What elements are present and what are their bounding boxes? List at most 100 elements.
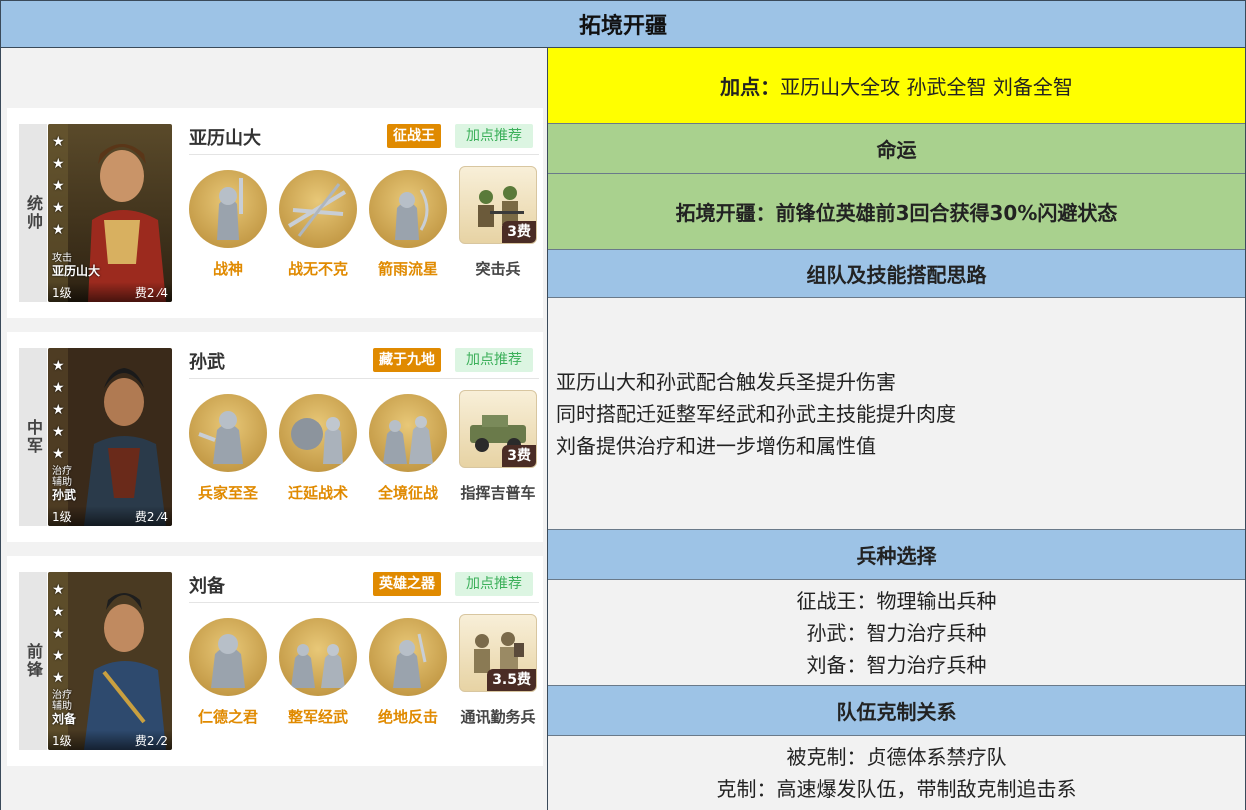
hero-portrait[interactable]: ★ ★ ★ ★ ★ 治疗 辅助 孙武 1级 费2 ⁄4 — [48, 348, 172, 526]
skill-label: 全境征战 — [377, 484, 438, 502]
skill-label: 绝地反击 — [377, 708, 438, 726]
portrait-tags: 治疗 辅助 刘备 — [52, 690, 76, 726]
skill-label: 箭雨流星 — [377, 260, 438, 278]
portrait-name: 亚历山大 — [52, 264, 101, 278]
hero-level: 1级 — [52, 733, 72, 748]
hero-name: 亚历山大 — [189, 128, 261, 149]
team-line: 亚历山大和孙武配合触发兵圣提升伤害 — [556, 369, 896, 394]
star-icon: ★ — [52, 604, 65, 620]
troops-line: 征战王：物理输出兵种 — [796, 588, 997, 613]
divider — [189, 378, 539, 379]
star-icon: ★ — [52, 582, 65, 598]
hero-level: 1级 — [52, 285, 72, 300]
points-row: 加点： 亚历山大全攻 孙武全智 刘备全智 — [548, 48, 1245, 124]
points-text: 亚历山大全攻 孙武全智 刘备全智 — [780, 75, 1073, 99]
role-label: 中军 — [24, 419, 43, 455]
portrait-name: 刘备 — [52, 712, 77, 726]
star-icon: ★ — [52, 424, 65, 440]
troops-header: 兵种选择 — [548, 530, 1245, 580]
divider — [189, 154, 539, 155]
counter-line: 克制：高速爆发队伍，带制敌克制追击系 — [716, 777, 1077, 801]
portrait-footer: 1级 费2 ⁄4 — [48, 506, 172, 526]
portrait-name: 孙武 — [52, 488, 77, 502]
skill-icon-jianyuliuxing[interactable] — [369, 170, 447, 248]
hero-card-sunwu[interactable]: 中军 ★ ★ ★ ★ ★ 治疗 辅助 孙武 1级 费2 ⁄4 孙武 藏于九地 加… — [7, 332, 543, 542]
skill-label: 战无不克 — [287, 260, 348, 278]
portrait-tag: 辅助 — [52, 477, 72, 488]
troop-icon-command-jeep[interactable]: 3费 — [459, 390, 537, 468]
portrait-tags: 攻击 亚历山大 — [52, 253, 100, 278]
hero-tag-badge: 征战王 — [387, 124, 441, 148]
role-tab: 统帅 — [19, 124, 47, 302]
skill-icon-bingjiazhisheng[interactable] — [189, 394, 267, 472]
hero-card-liubei[interactable]: 前锋 ★ ★ ★ ★ ★ 治疗 辅助 刘备 1级 费2 ⁄2 刘备 英雄之器 加… — [7, 556, 543, 766]
skill-label: 仁德之君 — [197, 708, 258, 726]
cost-value: 费2 — [134, 733, 155, 748]
star-icon: ★ — [52, 200, 65, 216]
hero-portrait[interactable]: ★ ★ ★ ★ ★ 治疗 辅助 刘备 1级 费2 ⁄2 — [48, 572, 172, 750]
troops-line: 孙武：智力治疗兵种 — [806, 620, 987, 645]
hero-cost: 费2 ⁄4 — [135, 508, 168, 525]
skill-icon-rendezhijun[interactable] — [189, 618, 267, 696]
star-icon: ★ — [52, 402, 65, 418]
hero-cost: 费2 ⁄2 — [135, 732, 168, 749]
recommend-button[interactable]: 加点推荐 — [455, 572, 533, 596]
hero-tag-badge: 藏于九地 — [373, 348, 441, 372]
counter-line: 被克制：贞德体系禁疗队 — [786, 745, 1007, 769]
strategy-panel: 加点： 亚历山大全攻 孙武全智 刘备全智 命运 拓境开疆：前锋位英雄前3回合获得… — [548, 48, 1246, 810]
star-icon: ★ — [52, 446, 65, 462]
star-rating: ★ ★ ★ ★ ★ — [52, 356, 65, 464]
skill-icon-zhengjunjingwu[interactable] — [279, 618, 357, 696]
role-label: 统帅 — [24, 195, 43, 231]
portrait-tag: 辅助 — [52, 701, 72, 712]
skill-label: 兵家至圣 — [197, 484, 258, 502]
fate-text: 拓境开疆：前锋位英雄前3回合获得30%闪避状态 — [548, 174, 1245, 250]
cost-value: 费2 — [134, 285, 155, 300]
star-icon: ★ — [52, 178, 65, 194]
hero-portrait[interactable]: ★ ★ ★ ★ ★ 攻击 亚历山大 1级 费2 ⁄4 — [48, 124, 172, 302]
star-rating: ★ ★ ★ ★ ★ — [52, 580, 65, 688]
skill-label: 整军经武 — [287, 708, 348, 726]
skill-icon-qianyanzhanshu[interactable] — [279, 394, 357, 472]
star-icon: ★ — [52, 134, 65, 150]
skill-icon-juedifanji[interactable] — [369, 618, 447, 696]
role-label: 前锋 — [24, 643, 43, 679]
team-header: 组队及技能搭配思路 — [548, 250, 1245, 298]
troops-notes: 征战王：物理输出兵种 孙武：智力治疗兵种 刘备：智力治疗兵种 — [548, 580, 1245, 686]
star-icon: ★ — [52, 156, 65, 172]
star-icon: ★ — [52, 670, 65, 686]
hero-card-alexander[interactable]: 统帅 ★ ★ ★ ★ ★ 攻击 亚历山大 1级 费2 ⁄4 亚历山大 征战王 加… — [7, 108, 543, 318]
fate-header: 命运 — [548, 124, 1245, 174]
power-value: 2 — [160, 733, 168, 748]
hero-lineup-panel: 统帅 ★ ★ ★ ★ ★ 攻击 亚历山大 1级 费2 ⁄4 亚历山大 征战王 加… — [0, 48, 548, 810]
power-value: 4 — [160, 509, 168, 524]
hero-level: 1级 — [52, 509, 72, 524]
skill-icon-quanjingzhengzhan[interactable] — [369, 394, 447, 472]
portrait-footer: 1级 费2 ⁄2 — [48, 730, 172, 750]
team-line: 刘备提供治疗和进一步增伤和属性值 — [556, 433, 876, 458]
skill-icon-zhanwubuke[interactable] — [279, 170, 357, 248]
skill-label: 迁延战术 — [287, 484, 348, 502]
role-tab: 中军 — [19, 348, 47, 526]
troop-label: 突击兵 — [475, 260, 521, 278]
star-icon: ★ — [52, 380, 65, 396]
cost-value: 费2 — [134, 509, 155, 524]
hero-name: 孙武 — [189, 352, 225, 373]
troop-icon-signal-service[interactable]: 3.5费 — [459, 614, 537, 692]
portrait-tags: 治疗 辅助 孙武 — [52, 466, 76, 502]
troop-icon-assault[interactable]: 3费 — [459, 166, 537, 244]
page-title: 拓境开疆 — [0, 0, 1246, 48]
hero-name: 刘备 — [189, 576, 225, 597]
recommend-button[interactable]: 加点推荐 — [455, 124, 533, 148]
points-label: 加点： — [720, 75, 781, 99]
team-line: 同时搭配迁延整军经武和孙武主技能提升肉度 — [556, 401, 956, 426]
portrait-tag: 治疗 — [52, 466, 72, 477]
recommend-button[interactable]: 加点推荐 — [455, 348, 533, 372]
counter-notes: 被克制：贞德体系禁疗队 克制：高速爆发队伍，带制敌克制追击系 — [548, 736, 1245, 810]
team-notes: 亚历山大和孙武配合触发兵圣提升伤害 同时搭配迁延整军经武和孙武主技能提升肉度 刘… — [548, 298, 1245, 530]
troop-cost: 3费 — [502, 221, 536, 243]
skill-icon-zhanshen[interactable] — [189, 170, 267, 248]
divider — [189, 602, 539, 603]
star-icon: ★ — [52, 222, 65, 238]
star-rating: ★ ★ ★ ★ ★ — [52, 132, 65, 240]
